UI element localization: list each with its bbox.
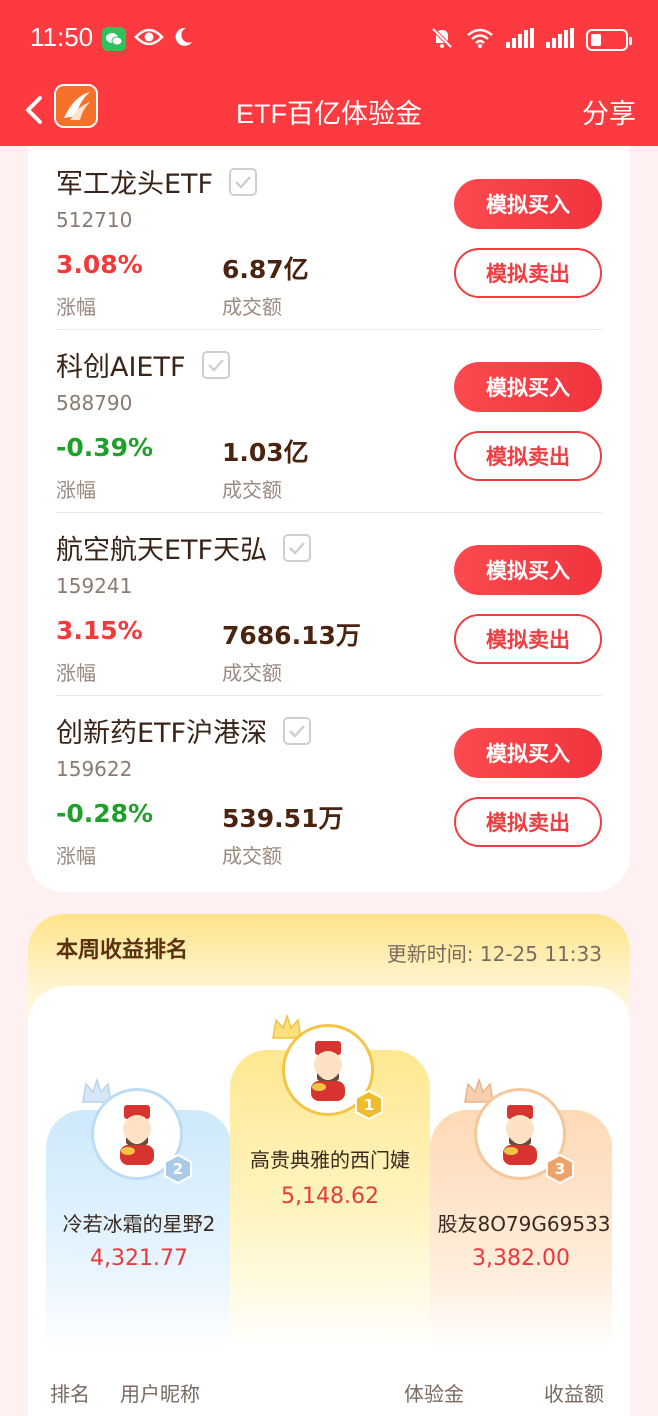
- etf-name: 军工龙头ETF: [56, 169, 214, 200]
- first-place-name: 高贵典雅的西门婕: [250, 1148, 410, 1172]
- simulate-buy-button[interactable]: 模拟买入: [454, 179, 602, 229]
- moon-icon: [172, 26, 194, 52]
- checkbox-icon[interactable]: [283, 716, 312, 745]
- etf-code: 159241: [56, 574, 133, 598]
- etf-name-row: 创新药ETF沪港深: [56, 711, 312, 750]
- change-label: 涨幅: [56, 844, 96, 868]
- weekly-ranking-section: 本周收益排名 更新时间: 12-25 11:33 2 1 3 冷若冰霜的星野2 …: [28, 914, 630, 1416]
- change-label: 涨幅: [56, 478, 96, 502]
- checkbox-icon[interactable]: [201, 350, 230, 379]
- volume-label: 成交额: [222, 478, 282, 502]
- rank-2-badge-icon: 2: [164, 1154, 192, 1184]
- etf-change: 3.08%: [56, 250, 143, 279]
- etf-code: 159622: [56, 757, 133, 781]
- eye-icon: [134, 27, 164, 51]
- column-header-income: 收益额: [544, 1382, 604, 1406]
- etf-name: 航空航天ETF天弘: [56, 535, 268, 566]
- etf-code: 512710: [56, 208, 133, 232]
- simulate-buy-button[interactable]: 模拟买入: [454, 362, 602, 412]
- rank-1-badge-icon: 1: [355, 1090, 383, 1120]
- etf-name-row: 科创AIETF: [56, 345, 230, 384]
- column-header-nickname: 用户昵称: [120, 1382, 200, 1406]
- etf-name: 科创AIETF: [56, 352, 186, 383]
- third-place-score: 3,382.00: [472, 1246, 570, 1271]
- third-place-name: 股友8O79G69533: [437, 1212, 611, 1236]
- volume-label: 成交额: [222, 295, 282, 319]
- etf-item: 科创AIETF 588790 -0.39% 1.03亿 涨幅 成交额 模拟买入 …: [56, 329, 602, 512]
- etf-volume: 7686.13万: [222, 621, 361, 650]
- page-title: ETF百亿体验金: [236, 99, 422, 129]
- signal-icon-2: [546, 28, 574, 52]
- etf-item: 航空航天ETF天弘 159241 3.15% 7686.13万 涨幅 成交额 模…: [56, 512, 602, 695]
- etf-item: 创新药ETF沪港深 159622 -0.28% 539.51万 涨幅 成交额 模…: [56, 695, 602, 878]
- first-place-score: 5,148.62: [281, 1184, 379, 1209]
- app-header: ETF百亿体验金 分享: [0, 80, 658, 146]
- battery-icon: [586, 29, 632, 51]
- wifi-icon: [466, 27, 494, 53]
- signal-icon: [506, 28, 534, 52]
- change-label: 涨幅: [56, 661, 96, 685]
- etf-code: 588790: [56, 391, 133, 415]
- etf-volume: 1.03亿: [222, 438, 309, 467]
- rank-3-badge-icon: 3: [546, 1154, 574, 1184]
- simulate-buy-button[interactable]: 模拟买入: [454, 545, 602, 595]
- checkbox-icon[interactable]: [229, 167, 258, 196]
- change-label: 涨幅: [56, 295, 96, 319]
- etf-name-row: 航空航天ETF天弘: [56, 528, 312, 567]
- status-bar: 11:50: [0, 0, 658, 80]
- simulate-sell-button[interactable]: 模拟卖出: [454, 614, 602, 664]
- etf-item: 军工龙头ETF 512710 3.08% 6.87亿 涨幅 成交额 模拟买入 模…: [56, 146, 602, 329]
- rank-3-number: 3: [554, 1160, 566, 1178]
- simulate-sell-button[interactable]: 模拟卖出: [454, 431, 602, 481]
- etf-change: -0.39%: [56, 433, 154, 462]
- mute-bell-icon: [430, 26, 454, 54]
- status-left-icons: [102, 26, 194, 52]
- etf-volume: 539.51万: [222, 804, 344, 833]
- column-header-fund: 体验金: [404, 1382, 464, 1406]
- etf-change: -0.28%: [56, 799, 154, 828]
- status-time: 11:50: [30, 22, 94, 52]
- top-bar: 11:50 ETF百亿体验金 分享: [0, 0, 658, 146]
- share-button[interactable]: 分享: [582, 92, 636, 131]
- simulate-sell-button[interactable]: 模拟卖出: [454, 248, 602, 298]
- etf-change: 3.15%: [56, 616, 143, 645]
- simulate-sell-button[interactable]: 模拟卖出: [454, 797, 602, 847]
- etf-name-row: 军工龙头ETF: [56, 162, 258, 201]
- rank-1-number: 1: [363, 1096, 375, 1114]
- ranking-title: 本周收益排名: [56, 938, 189, 963]
- etf-name: 创新药ETF沪港深: [56, 718, 268, 749]
- etf-volume: 6.87亿: [222, 255, 309, 284]
- checkbox-icon[interactable]: [283, 533, 312, 562]
- wechat-icon: [102, 27, 126, 51]
- rank-2-number: 2: [172, 1160, 184, 1178]
- volume-label: 成交额: [222, 844, 282, 868]
- column-header-rank: 排名: [50, 1382, 90, 1406]
- volume-label: 成交额: [222, 661, 282, 685]
- simulate-buy-button[interactable]: 模拟买入: [454, 728, 602, 778]
- ranking-update-time: 更新时间: 12-25 11:33: [386, 942, 602, 966]
- second-place-score: 4,321.77: [90, 1246, 188, 1271]
- status-right-icons: [430, 26, 632, 54]
- etf-list-card: 军工龙头ETF 512710 3.08% 6.87亿 涨幅 成交额 模拟买入 模…: [28, 146, 630, 892]
- second-place-name: 冷若冰霜的星野2: [62, 1212, 216, 1236]
